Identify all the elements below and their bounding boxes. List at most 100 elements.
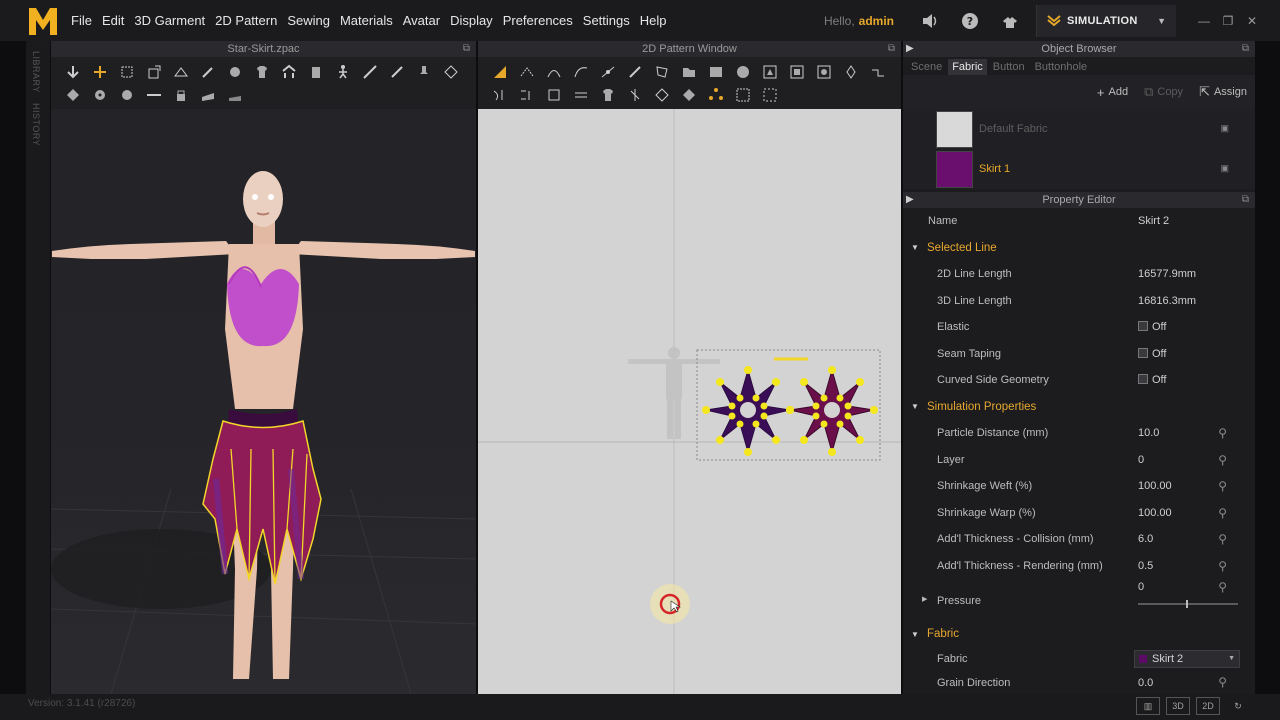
curved-geometry-toggle[interactable]: Off [1138,374,1166,386]
checkbox-icon[interactable] [1138,321,1148,332]
assign-button[interactable]: ⇱ Assign [1199,84,1247,100]
pattern-grid-icon[interactable] [437,61,464,83]
tack-icon[interactable] [221,61,248,83]
fabric-select[interactable]: Skirt 2 ▼ [1134,649,1240,668]
lock-icon[interactable] [167,84,194,106]
add-button[interactable]: + Add [1097,85,1128,100]
folder-shape-icon[interactable] [675,61,702,83]
free-sewing-icon[interactable] [486,84,513,106]
pin-icon[interactable]: ⚲ [1218,506,1227,520]
measure-icon[interactable] [356,61,383,83]
prop-value[interactable]: 100.00 [1138,480,1172,492]
menu-materials[interactable]: Materials [335,13,398,28]
history-tab[interactable]: HISTORY [31,103,41,146]
pin-icon[interactable]: ⚲ [1218,580,1227,594]
segment-sewing-icon[interactable] [864,61,891,83]
menu-edit[interactable]: Edit [97,13,129,28]
internal-polygon-icon[interactable] [756,61,783,83]
layer-icon[interactable] [221,84,248,106]
polygon-icon[interactable] [648,61,675,83]
pin-icon[interactable]: ⚲ [1218,426,1227,440]
3d-scene[interactable] [51,109,476,694]
split-view-icon[interactable]: ▥ [1136,697,1160,715]
collapse-arrow-icon[interactable]: ▶ [906,41,914,57]
speaker-icon[interactable] [915,6,945,36]
copy-button[interactable]: ⧉ Copy [1144,84,1183,100]
add-point-icon[interactable] [594,61,621,83]
menu-avatar[interactable]: Avatar [398,13,445,28]
menu-3d-garment[interactable]: 3D Garment [129,13,210,28]
garment-icon[interactable] [302,61,329,83]
expand-arrow-icon[interactable]: ▶ [922,595,927,603]
slider-handle[interactable] [1186,600,1188,608]
edit-pattern-icon[interactable] [513,61,540,83]
circle-icon[interactable] [729,61,756,83]
fabric-item-skirt-1[interactable]: Skirt 1 ▣ [903,149,1255,189]
dart-icon[interactable] [837,61,864,83]
check-sewing-icon[interactable] [540,84,567,106]
selection-grid-icon[interactable] [729,84,756,106]
pin-icon[interactable]: ⚲ [1218,453,1227,467]
pin-icon[interactable]: ⚲ [1218,479,1227,493]
collapse-arrow-icon[interactable]: ▶ [906,192,914,208]
tab-buttonhole[interactable]: Buttonhole [1031,59,1092,75]
tape-icon[interactable] [194,84,221,106]
m-n-sewing-icon[interactable] [513,84,540,106]
curve-point-icon[interactable] [567,61,594,83]
2d-viewport[interactable] [478,109,901,694]
slash-icon[interactable] [621,61,648,83]
prop-value[interactable]: 16577.9mm [1138,268,1196,280]
minimize-icon[interactable]: — [1192,9,1216,33]
edit-box-icon[interactable] [140,61,167,83]
save-icon[interactable]: ▣ [1220,163,1229,174]
elastic-toggle[interactable]: Off [1138,321,1166,333]
pin-icon[interactable]: ⚲ [1218,532,1227,546]
star-points-icon[interactable] [702,84,729,106]
section-fabric[interactable]: ▼ Fabric [903,621,1255,648]
button-round-icon[interactable] [113,84,140,106]
edit-curve-icon[interactable] [540,61,567,83]
arrange-icon[interactable] [275,61,302,83]
popout-icon[interactable]: ⧉ [463,41,470,57]
transform-icon[interactable] [86,61,113,83]
popout-icon[interactable]: ⧉ [1242,41,1249,57]
rectangle-icon[interactable] [702,61,729,83]
fabric-item-default[interactable]: Default Fabric ▣ [903,109,1255,149]
select-mesh-icon[interactable] [59,61,86,83]
select-box-icon[interactable] [113,61,140,83]
section-selected-line[interactable]: ▼ Selected Line [903,235,1255,262]
prop-value[interactable]: 100.00 [1138,507,1172,519]
edit-texture-icon[interactable] [567,84,594,106]
username[interactable]: admin [859,14,894,28]
hanger-icon[interactable] [995,6,1025,36]
menu-help[interactable]: Help [635,13,672,28]
help-icon[interactable]: ? [955,6,985,36]
pin-icon[interactable] [410,61,437,83]
pattern-fill-icon[interactable] [59,84,86,106]
maximize-icon[interactable]: ❐ [1216,9,1240,33]
prop-value[interactable]: 0 [1138,581,1144,593]
save-icon[interactable]: ▣ [1220,123,1229,134]
edit-points-icon[interactable] [167,61,194,83]
prop-value[interactable]: 0 [1138,454,1144,466]
refresh-icon[interactable]: ↻ [1226,697,1250,715]
menu-settings[interactable]: Settings [578,13,635,28]
prop-value[interactable]: 6.0 [1138,533,1153,545]
internal-rect-icon[interactable] [783,61,810,83]
2d-view-icon[interactable]: 2D [1196,697,1220,715]
tab-button[interactable]: Button [989,59,1029,75]
pin-icon[interactable]: ⚲ [1218,675,1227,689]
selection-box-icon[interactable] [756,84,783,106]
checkbox-icon[interactable] [1138,374,1148,385]
pin-icon[interactable]: ⚲ [1218,559,1227,573]
pressure-slider[interactable] [1138,600,1238,608]
close-icon[interactable]: ✕ [1240,9,1264,33]
menu-preferences[interactable]: Preferences [498,13,578,28]
menu-file[interactable]: File [66,13,97,28]
shirt-2d-icon[interactable] [594,84,621,106]
checkbox-icon[interactable] [1138,347,1148,358]
tab-scene[interactable]: Scene [907,59,946,75]
prop-value[interactable]: 0.5 [1138,560,1153,572]
transform-pattern-icon[interactable] [486,61,513,83]
2d-canvas[interactable] [478,109,901,694]
